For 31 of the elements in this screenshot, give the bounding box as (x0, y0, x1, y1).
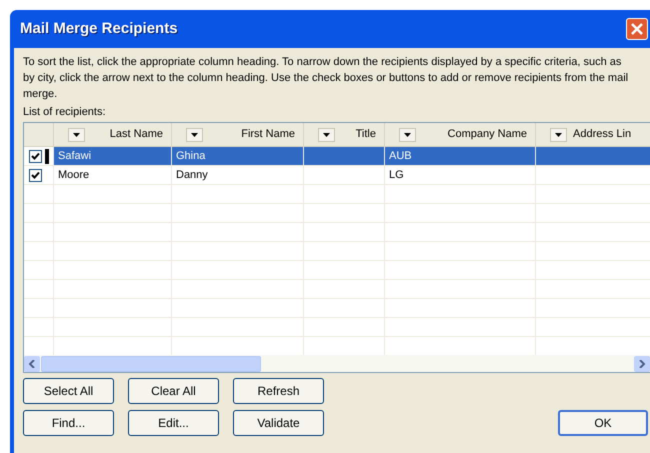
scroll-thumb[interactable] (41, 356, 261, 372)
table-cell-text: Moore (58, 168, 90, 183)
table-row[interactable]: Safawi Ghina AUB (24, 147, 650, 166)
ok-button[interactable]: OK (558, 410, 648, 436)
table-row[interactable]: Moore Danny LG (24, 166, 650, 185)
column-header[interactable]: Company Name (385, 123, 536, 146)
close-icon (631, 23, 643, 35)
window-title: Mail Merge Recipients (20, 18, 178, 39)
column-header[interactable]: Address Lin (536, 123, 650, 146)
table-cell-text: LG (389, 168, 404, 183)
table-cell-text: AUB (389, 148, 412, 164)
column-header[interactable]: Last Name (54, 123, 172, 146)
table-cell-text: Safawi (58, 148, 92, 164)
table-cell-text: Danny (176, 168, 208, 183)
action-button[interactable]: Find... (23, 410, 114, 436)
close-button[interactable] (626, 18, 648, 40)
checkbox[interactable] (29, 168, 42, 182)
action-button[interactable]: Edit... (128, 410, 219, 436)
action-button[interactable]: Clear All (128, 378, 219, 404)
instructions-text: To sort the list, click the appropriate column heading. To narrow down the recipients displayed by a specific criteria, such as by city, click the arrow next to the column heading. Use the check boxes or buttons to add or remove recipients from the mail merge. (23, 55, 630, 102)
scroll-left-icon[interactable] (24, 356, 40, 372)
column-header[interactable]: Title (304, 123, 385, 146)
scroll-right-icon[interactable] (634, 356, 650, 372)
action-button[interactable]: Refresh (233, 378, 324, 404)
horizontal-scrollbar[interactable] (24, 355, 650, 372)
table-cell-text: Ghina (176, 148, 206, 164)
column-header[interactable]: First Name (172, 123, 304, 146)
list-label: List of recipients: (23, 105, 107, 120)
action-button[interactable]: Select All (23, 378, 114, 404)
action-button[interactable]: Validate (233, 410, 324, 436)
checkbox[interactable] (29, 150, 42, 162)
